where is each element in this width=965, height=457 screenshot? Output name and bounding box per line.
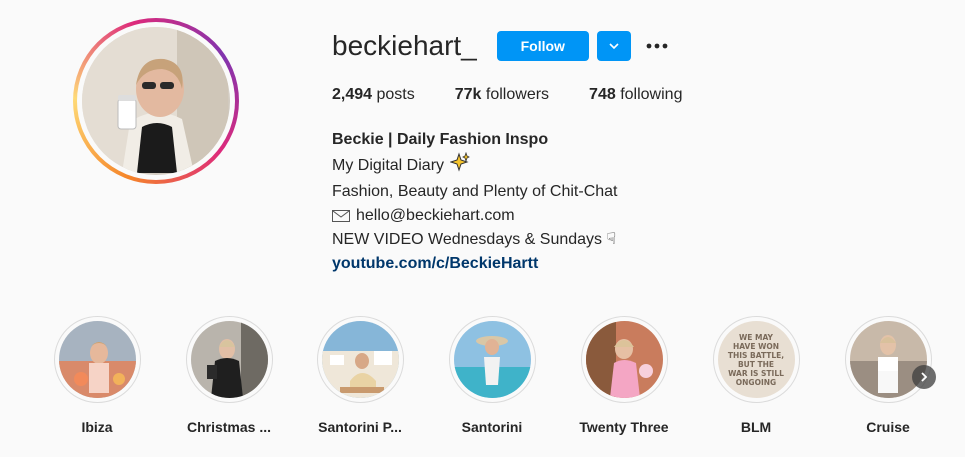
following-count: 748 [589,86,616,103]
highlight-cover-ring [580,316,668,403]
highlight-cover [453,321,531,398]
highlight-cover-ring [844,316,932,403]
highlight-cover-ring [185,316,273,403]
posts-count: 2,494 [332,86,373,103]
highlight-ibiza[interactable]: Ibiza [52,316,142,435]
highlight-cover-ring [53,316,141,403]
highlight-cover [849,321,927,398]
sparkles-icon [449,151,470,180]
followers-stat[interactable]: 77k followers [455,86,549,104]
profile-bio: Beckie | Daily Fashion Inspo My Digital … [332,128,618,276]
highlight-blm[interactable]: WE MAY HAVE WON THIS BATTLE, BUT THE WAR… [711,316,801,435]
avatar-photo [82,27,230,175]
highlight-label: Santorini [461,419,523,435]
avatar-border [77,22,235,180]
highlight-cover [585,321,663,398]
highlight-santorini-p[interactable]: Santorini P... [315,316,405,435]
chevron-down-icon [609,43,619,50]
profile-header: beckiehart_ Follow [332,30,669,62]
highlight-christmas[interactable]: Christmas ... [184,316,274,435]
bio-name: Beckie | Daily Fashion Inspo [332,131,549,148]
posts-stat: 2,494 posts [332,86,415,104]
following-label: following [620,86,683,103]
followers-count: 77k [454,86,482,103]
following-stat[interactable]: 748 following [589,86,682,104]
highlight-label: Twenty Three [579,419,669,435]
highlight-label: Santorini P... [318,419,402,435]
highlight-label: Ibiza [81,419,113,435]
avatar-illustration [82,27,228,173]
username: beckiehart_ [332,30,477,61]
chevron-right-icon [921,372,928,382]
highlight-cover [58,321,136,398]
bio-email: hello@beckiehart.com [356,207,515,224]
highlights-next-button[interactable] [912,365,936,389]
highlight-cover [190,321,268,398]
highlight-santorini[interactable]: Santorini [447,316,537,435]
bio-line-4: NEW VIDEO Wednesdays & Sundays ☟ [332,231,617,248]
follow-button[interactable]: Follow [496,31,589,61]
highlight-cover [321,321,399,398]
bio-website-link[interactable]: youtube.com/c/BeckieHartt [332,252,618,276]
profile-stats: 2,494 posts 77k followers 748 following [332,86,722,104]
story-highlights: Ibiza Christmas ... Santorini P... Santo… [52,316,942,446]
highlight-label: Cruise [866,419,910,435]
more-options-icon [646,43,668,49]
envelope-icon [332,210,350,222]
bio-line-1: My Digital Diary [332,151,618,180]
highlight-cover-text: WE MAY HAVE WON THIS BATTLE, BUT THE WAR… [727,332,785,387]
highlight-cover-ring [316,316,404,403]
posts-label: posts [376,86,415,103]
highlight-label: Christmas ... [186,419,272,435]
followers-label: followers [485,86,550,103]
highlight-twenty-three[interactable]: Twenty Three [579,316,669,435]
bio-line-2: Fashion, Beauty and Plenty of Chit-Chat [332,183,618,200]
more-options-button[interactable] [645,31,669,61]
highlight-label: BLM [740,419,772,435]
suggested-dropdown-button[interactable] [596,31,631,61]
highlight-cover-ring: WE MAY HAVE WON THIS BATTLE, BUT THE WAR… [712,316,800,403]
bio-line-3: hello@beckiehart.com [332,204,618,228]
profile-avatar[interactable] [73,18,239,184]
highlight-cover-ring [448,316,536,403]
bio-line-1-text: My Digital Diary [332,157,445,174]
highlight-cover: WE MAY HAVE WON THIS BATTLE, BUT THE WAR… [717,321,795,398]
